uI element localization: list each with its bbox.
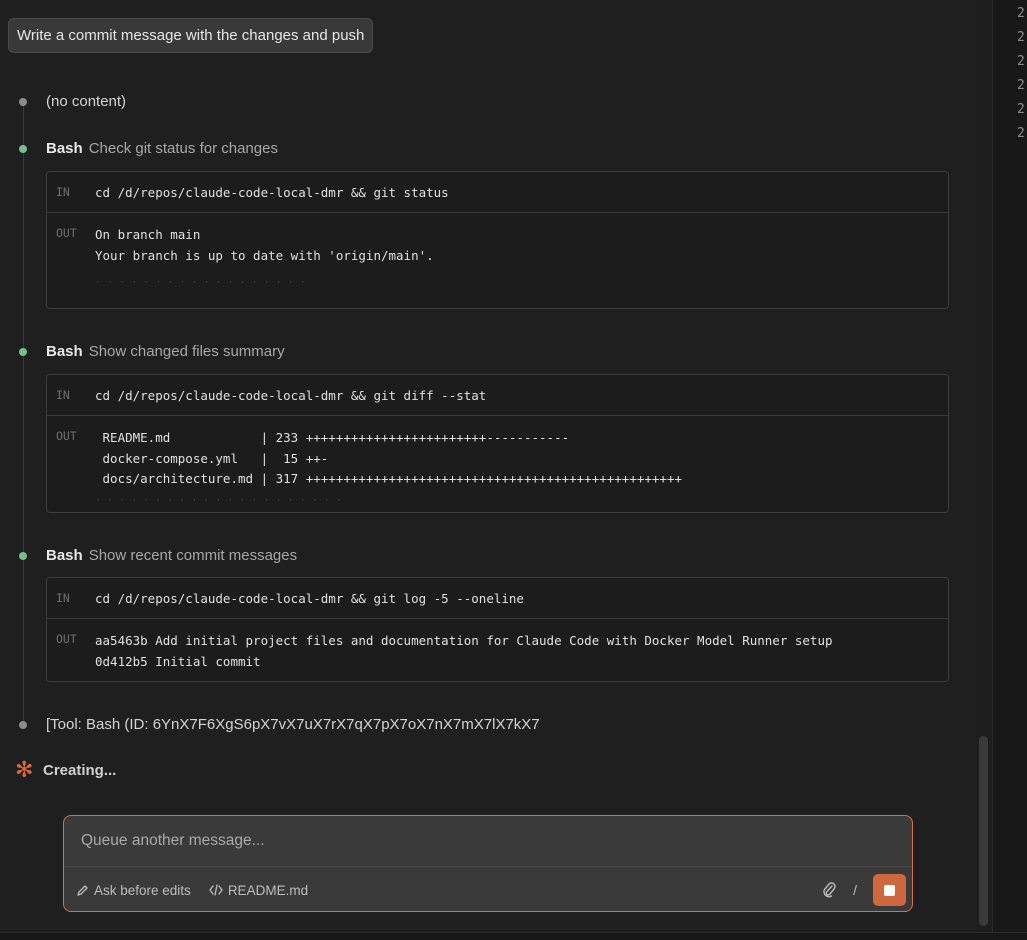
tool-name: Bash bbox=[46, 547, 83, 564]
no-content-text: (no content) bbox=[46, 93, 127, 110]
status-label: Creating... bbox=[43, 761, 117, 779]
tool-io-block: IN cd /d/repos/claude-code-local-dmr && … bbox=[46, 374, 949, 513]
paperclip-icon bbox=[823, 882, 836, 898]
editor-line-numbers: 2 2 2 2 2 2 bbox=[1017, 2, 1025, 146]
tool-input-row: IN cd /d/repos/claude-code-local-dmr && … bbox=[47, 375, 948, 416]
command-text: cd /d/repos/claude-code-local-dmr && git… bbox=[95, 184, 449, 200]
message-composer: Ask before edits README.md / bbox=[63, 815, 913, 912]
line-number: 2 bbox=[1017, 126, 1025, 141]
composer-footer: Ask before edits README.md / bbox=[76, 874, 906, 906]
tool-output-row: OUT README.md | 233 ++++++++++++++++++++… bbox=[47, 416, 948, 502]
timeline-connector bbox=[23, 103, 24, 725]
bottom-status-strip bbox=[0, 932, 1027, 940]
attach-button[interactable] bbox=[817, 878, 841, 902]
in-tag: IN bbox=[56, 185, 70, 199]
chat-scrollbar[interactable] bbox=[975, 0, 992, 932]
context-file-button[interactable]: README.md bbox=[209, 883, 308, 898]
truncated-output-fade: · · · · · · · · · · · · · · · · · · · · … bbox=[95, 495, 342, 502]
line-number: 2 bbox=[1017, 102, 1025, 117]
out-tag: OUT bbox=[56, 226, 77, 240]
tool-description: Show recent commit messages bbox=[88, 547, 298, 564]
line-number: 2 bbox=[1017, 30, 1025, 45]
in-tag: IN bbox=[56, 591, 70, 605]
out-tag: OUT bbox=[56, 632, 77, 646]
tool-step-header[interactable]: Bash Show recent commit messages bbox=[46, 547, 297, 564]
status-indicator: ✻ Creating... bbox=[15, 757, 117, 782]
tool-step-header[interactable]: Bash Check git status for changes bbox=[46, 140, 278, 157]
tool-name: Bash bbox=[46, 140, 83, 157]
timeline-dot-success bbox=[19, 145, 27, 153]
tool-description: Show changed files summary bbox=[88, 343, 285, 360]
edit-mode-button[interactable]: Ask before edits bbox=[76, 883, 191, 898]
composer-divider bbox=[64, 866, 912, 867]
timeline-dot bbox=[19, 721, 27, 729]
edit-mode-label: Ask before edits bbox=[94, 882, 191, 898]
spinner-asterisk-icon: ✻ bbox=[15, 757, 34, 782]
tool-call-text: [Tool: Bash (ID: 6YnX7F6XgS6pX7vX7uX7rX7… bbox=[46, 716, 540, 733]
user-message-bubble: Write a commit message with the changes … bbox=[8, 18, 374, 53]
output-text: On branch main Your branch is up to date… bbox=[95, 227, 434, 263]
stop-icon bbox=[884, 884, 895, 896]
slash-command-button[interactable]: / bbox=[853, 882, 857, 898]
tool-input-row: IN cd /d/repos/claude-code-local-dmr && … bbox=[47, 172, 948, 213]
tool-io-block: IN cd /d/repos/claude-code-local-dmr && … bbox=[46, 171, 949, 309]
queue-message-input[interactable] bbox=[64, 816, 912, 866]
tool-name: Bash bbox=[46, 343, 83, 360]
context-file-label: README.md bbox=[227, 882, 309, 898]
line-number: 2 bbox=[1017, 54, 1025, 69]
timeline-dot-success bbox=[19, 348, 27, 356]
user-message-text: Write a commit message with the changes … bbox=[17, 27, 365, 44]
truncated-output-fade: · · · · · · · · · · · · · · · · · · bbox=[95, 278, 306, 284]
tool-input-row: IN cd /d/repos/claude-code-local-dmr && … bbox=[47, 578, 948, 619]
tool-output-row: OUT aa5463b Add initial project files an… bbox=[47, 619, 948, 672]
chat-panel: Write a commit message with the changes … bbox=[0, 0, 975, 932]
tool-description: Check git status for changes bbox=[88, 140, 278, 157]
stop-button[interactable] bbox=[873, 874, 906, 906]
command-text: cd /d/repos/claude-code-local-dmr && git… bbox=[95, 387, 487, 403]
scrollbar-thumb[interactable] bbox=[979, 736, 988, 926]
line-number: 2 bbox=[1017, 78, 1025, 93]
output-text: README.md | 233 ++++++++++++++++++++++++… bbox=[102, 430, 682, 486]
tool-step-header[interactable]: Bash Show changed files summary bbox=[46, 343, 285, 360]
output-text: aa5463b Add initial project files and do… bbox=[95, 633, 833, 669]
timeline-dot-success bbox=[19, 552, 27, 560]
tool-io-block: IN cd /d/repos/claude-code-local-dmr && … bbox=[46, 577, 949, 682]
in-tag: IN bbox=[56, 388, 70, 402]
line-number: 2 bbox=[1017, 6, 1025, 21]
out-tag: OUT bbox=[56, 429, 77, 443]
command-text: cd /d/repos/claude-code-local-dmr && git… bbox=[95, 590, 524, 606]
pencil-icon bbox=[77, 884, 88, 896]
code-icon bbox=[209, 884, 223, 896]
tool-output-row: OUT On branch main Your branch is up to … bbox=[47, 213, 948, 284]
timeline-dot bbox=[19, 98, 27, 106]
